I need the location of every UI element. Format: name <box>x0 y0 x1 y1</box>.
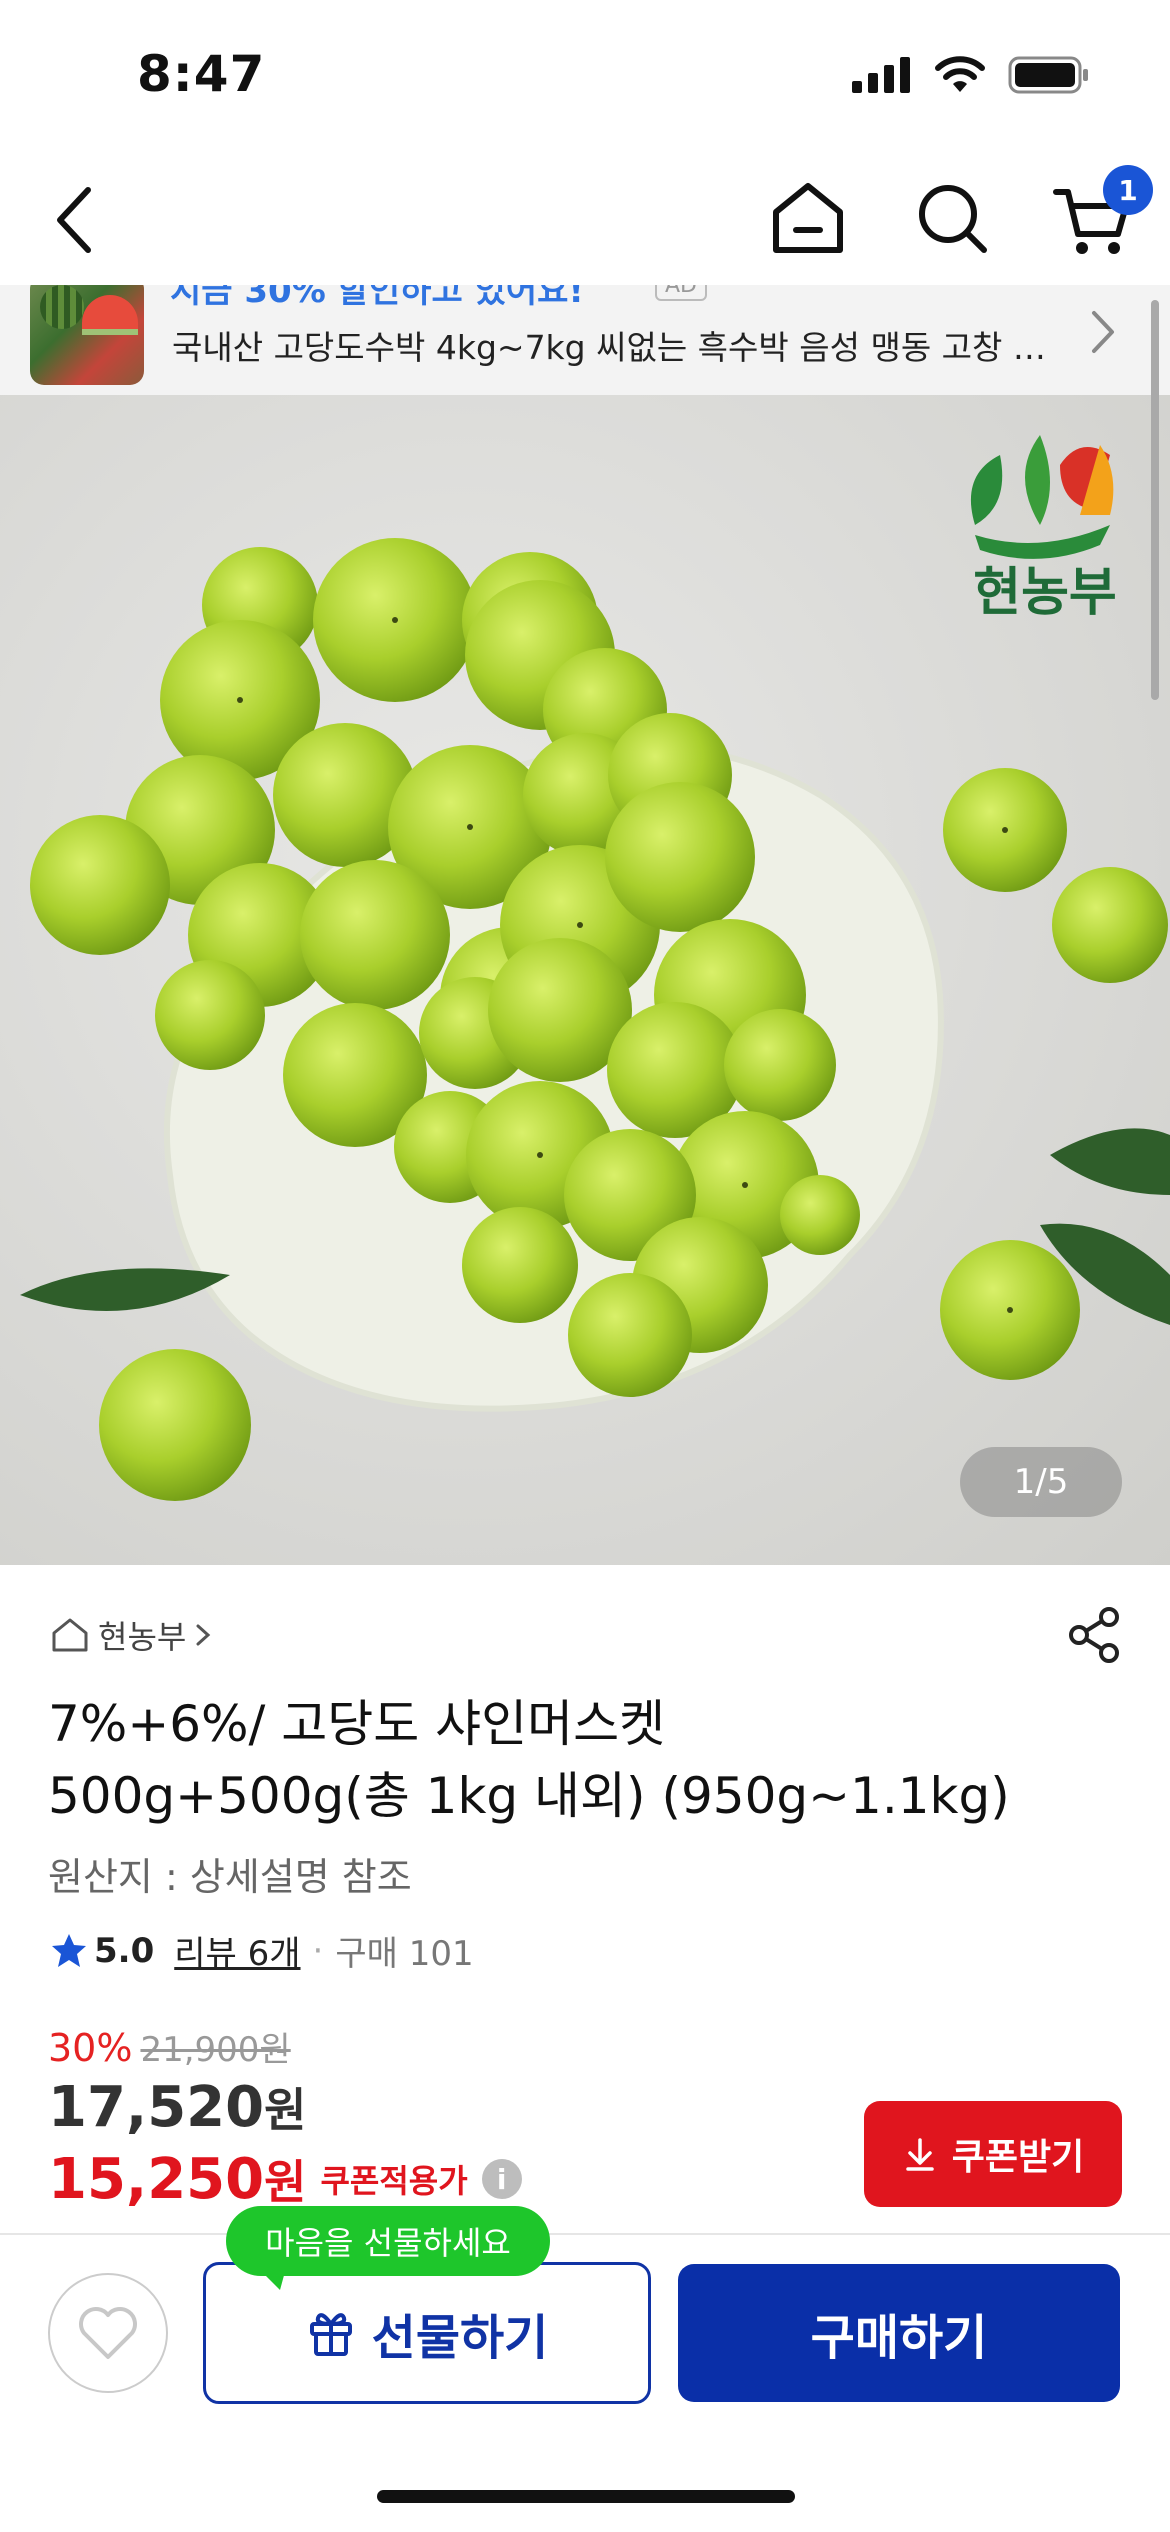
coupon-price-value: 15,250 <box>48 2147 265 2212</box>
ad-title: 국내산 고당도수박 4kg~7kg 씨없는 흑수박 음성 맹동 고창 함안 제철… <box>172 328 1052 367</box>
origin-info: 원산지 : 상세설명 참조 <box>48 1855 412 1899</box>
chevron-right-icon <box>196 1624 211 1646</box>
product-title-line1: 7%+6%/ 고당도 샤인머스켓 <box>48 1695 666 1753</box>
get-coupon-label: 쿠폰받기 <box>951 2137 1085 2178</box>
info-icon[interactable]: i <box>481 2159 522 2199</box>
product-detail-page: 8:47 1 지금 30% 할인하고 있어요! AD 국내산 고당도수박 4kg… <box>0 0 1170 2532</box>
back-icon[interactable] <box>40 180 110 260</box>
rating-row: 5.0 리뷰 6개 · 구매 101 <box>50 1926 474 1975</box>
coupon-price: 15,250원 <box>48 2146 306 2212</box>
separator-dot: · <box>312 1930 324 1971</box>
ad-banner[interactable]: 지금 30% 할인하고 있어요! AD 국내산 고당도수박 4kg~7kg 씨없… <box>0 285 1170 395</box>
gift-tooltip: 마음을 선물하세요 <box>226 2206 550 2276</box>
discount-percent: 30% <box>48 2026 133 2070</box>
product-image[interactable]: 현농부 <box>0 395 1170 1565</box>
discount-row: 30% 21,900원 <box>48 2022 291 2071</box>
reviews-link[interactable]: 리뷰 6개 <box>174 1926 300 1975</box>
scrollbar[interactable] <box>1151 300 1159 700</box>
ad-thumbnail <box>30 285 144 385</box>
battery-icon <box>1008 56 1088 94</box>
ad-headline: 지금 30% 할인하고 있어요! <box>170 285 584 311</box>
chevron-right-icon <box>1092 311 1114 353</box>
svg-text:현농부: 현농부 <box>973 563 1117 623</box>
rating-score: 5.0 <box>94 1930 155 1971</box>
product-title: 7%+6%/ 고당도 샤인머스켓 500g+500g(총 1kg 내외) (95… <box>48 1688 1058 1832</box>
store-home-icon <box>52 1618 88 1652</box>
purchase-count: 구매 101 <box>335 1934 474 1974</box>
search-icon[interactable] <box>912 178 992 258</box>
buy-button[interactable]: 구매하기 <box>678 2264 1120 2402</box>
get-coupon-button[interactable]: 쿠폰받기 <box>864 2101 1122 2207</box>
heart-icon <box>79 2307 137 2359</box>
image-counter: 1/5 <box>960 1447 1122 1517</box>
original-price: 21,900원 <box>140 2030 291 2070</box>
cart-count-badge: 1 <box>1103 165 1153 215</box>
home-icon[interactable] <box>768 178 848 258</box>
coupon-price-label: 쿠폰적용가 <box>320 2162 468 2200</box>
grapes-photo: 현농부 <box>20 435 1170 1501</box>
status-icons <box>852 56 1090 94</box>
sale-price: 17,520원 <box>48 2074 306 2140</box>
status-time: 8:47 <box>137 45 266 103</box>
coupon-price-unit: 원 <box>264 2155 307 2209</box>
wishlist-button[interactable] <box>48 2273 168 2393</box>
wifi-icon <box>935 56 985 92</box>
sale-price-value: 17,520 <box>48 2075 265 2140</box>
bottom-divider <box>0 2233 1170 2235</box>
gift-icon <box>309 2313 352 2356</box>
star-icon <box>52 1933 86 1967</box>
brand-name: 현농부 <box>98 1618 187 1656</box>
sale-price-unit: 원 <box>264 2083 307 2137</box>
download-icon <box>906 2138 934 2171</box>
coupon-price-row: 15,250원 쿠폰적용가 i <box>48 2146 522 2212</box>
status-bar: 8:47 <box>0 0 1170 150</box>
gift-button-label: 선물하기 <box>371 2310 549 2366</box>
signal-icon <box>852 57 910 93</box>
brand-link[interactable]: 현농부 <box>50 1612 212 1658</box>
brand-logo: 현농부 <box>970 435 1117 623</box>
product-title-line2: 500g+500g(총 1kg 내외) (950g~1.1kg) <box>48 1767 1010 1825</box>
share-icon[interactable] <box>1065 1605 1125 1665</box>
ad-label: AD <box>655 285 707 301</box>
home-indicator[interactable] <box>377 2490 795 2503</box>
top-nav <box>0 150 1170 285</box>
